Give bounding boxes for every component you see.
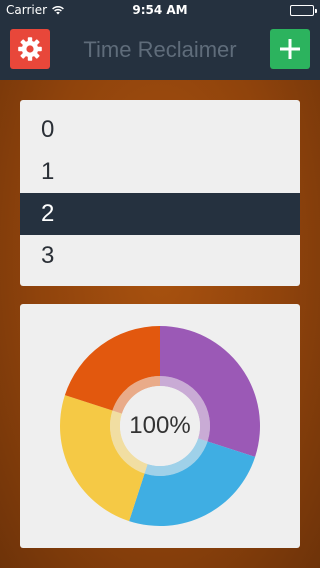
picker-item[interactable]: 1	[20, 151, 300, 193]
picker-item[interactable]: 2	[20, 193, 300, 235]
gear-icon	[18, 37, 42, 61]
number-picker[interactable]: 0123	[20, 100, 300, 286]
chart-center-label: 100%	[129, 412, 191, 439]
picker-item[interactable]: 0	[20, 109, 300, 151]
settings-button[interactable]	[10, 29, 50, 69]
plus-icon	[280, 39, 300, 59]
picker-rows: 0123	[20, 109, 300, 277]
app-title: Time Reclaimer	[83, 37, 237, 62]
picker-item[interactable]: 3	[20, 235, 300, 277]
status-bar: Carrier 9:54 AM	[0, 0, 320, 20]
chart-card: 100%	[20, 304, 300, 548]
battery-icon	[290, 5, 317, 16]
status-time: 9:54 AM	[132, 3, 188, 17]
add-button[interactable]	[270, 29, 310, 69]
